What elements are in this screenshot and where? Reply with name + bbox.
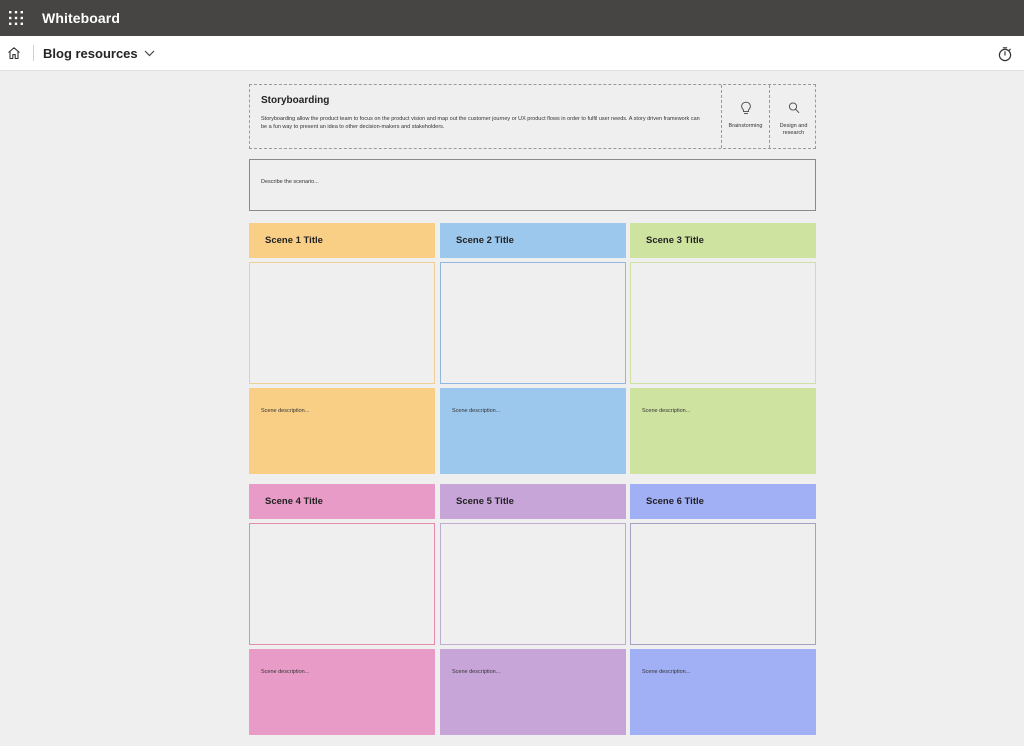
scene-description-text: Scene description...	[642, 669, 691, 675]
tag-brainstorming[interactable]: Brainstorming	[721, 85, 769, 148]
scene-sketch-area[interactable]	[630, 523, 816, 645]
scene-description-text: Scene description...	[642, 408, 691, 414]
scene-description-text: Scene description...	[452, 669, 501, 675]
scene-description-text: Scene description...	[261, 669, 310, 675]
scene-description-note[interactable]: Scene description...	[440, 388, 626, 474]
scenario-placeholder: Describe the scenario...	[261, 179, 319, 185]
app-title: Whiteboard	[42, 10, 120, 26]
scene-title-note[interactable]: Scene 1 Title	[249, 223, 435, 258]
scene-description-note[interactable]: Scene description...	[440, 649, 626, 735]
scene-card-5: Scene 5 Title Scene description...	[440, 484, 626, 735]
template-info: Storyboarding Storyboarding allow the pr…	[250, 85, 721, 148]
scene-title-note[interactable]: Scene 4 Title	[249, 484, 435, 519]
scene-sketch-area[interactable]	[630, 262, 816, 384]
app-launcher-icon[interactable]	[0, 0, 32, 36]
home-icon[interactable]	[1, 40, 27, 66]
board-name[interactable]: Blog resources	[43, 46, 138, 61]
search-icon	[788, 102, 799, 114]
scenario-textbox[interactable]: Describe the scenario...	[249, 159, 816, 211]
scene-description-note[interactable]: Scene description...	[630, 388, 816, 474]
tag-label: Design and research	[779, 123, 808, 136]
template-title: Storyboarding	[261, 95, 330, 106]
scene-sketch-area[interactable]	[440, 523, 626, 645]
scene-sketch-area[interactable]	[249, 523, 435, 645]
scene-card-3: Scene 3 Title Scene description...	[630, 223, 816, 474]
scene-description-text: Scene description...	[452, 408, 501, 414]
scene-card-1: Scene 1 Title Scene description...	[249, 223, 435, 474]
app-header: Whiteboard	[0, 0, 1024, 36]
scene-sketch-area[interactable]	[249, 262, 435, 384]
scene-description-text: Scene description...	[261, 408, 310, 414]
template-description: Storyboarding allow the product team to …	[261, 116, 700, 130]
template-header-card[interactable]: Storyboarding Storyboarding allow the pr…	[249, 84, 816, 149]
scene-sketch-area[interactable]	[440, 262, 626, 384]
scene-card-2: Scene 2 Title Scene description...	[440, 223, 626, 474]
timer-icon[interactable]	[995, 44, 1015, 64]
scene-title-note[interactable]: Scene 6 Title	[630, 484, 816, 519]
chevron-down-icon[interactable]	[144, 50, 155, 57]
scene-description-note[interactable]: Scene description...	[249, 388, 435, 474]
scene-description-note[interactable]: Scene description...	[630, 649, 816, 735]
scene-card-6: Scene 6 Title Scene description...	[630, 484, 816, 735]
tag-label: Brainstorming	[728, 123, 763, 129]
tag-design-research[interactable]: Design and research	[769, 85, 817, 148]
scene-title-note[interactable]: Scene 5 Title	[440, 484, 626, 519]
scene-card-4: Scene 4 Title Scene description...	[249, 484, 435, 735]
scene-title-note[interactable]: Scene 2 Title	[440, 223, 626, 258]
board-toolbar: Blog resources	[0, 36, 1024, 71]
scene-title-note[interactable]: Scene 3 Title	[630, 223, 816, 258]
toolbar-divider	[33, 45, 34, 61]
scene-description-note[interactable]: Scene description...	[249, 649, 435, 735]
lightbulb-icon	[740, 101, 751, 114]
